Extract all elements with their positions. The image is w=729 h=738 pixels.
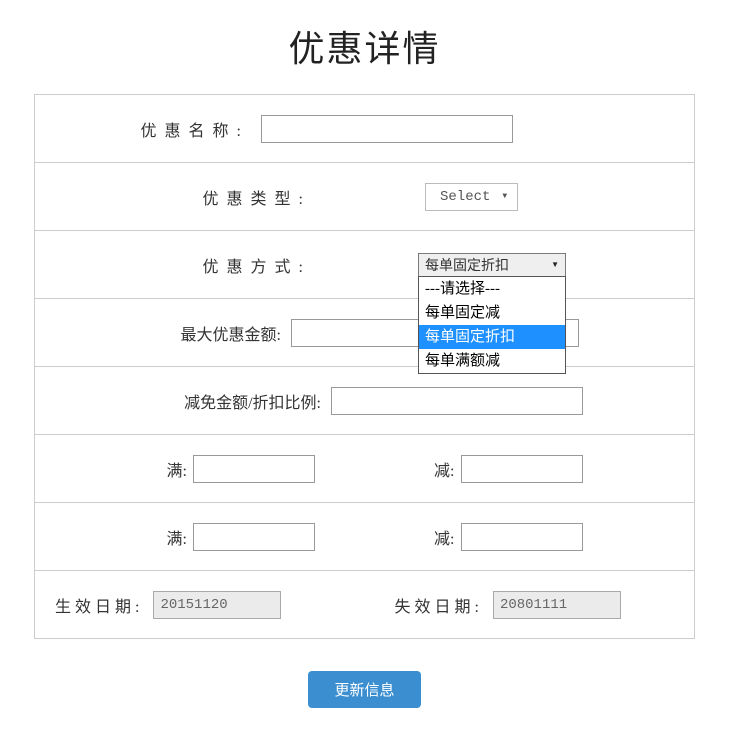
row-discount-ratio: 减免金额/折扣比例: — [35, 367, 694, 435]
button-bar: 更新信息 — [34, 671, 695, 708]
label-full-1: 满: — [35, 457, 187, 481]
select-method-value: 每单固定折扣 — [425, 255, 509, 275]
input-full-2[interactable] — [193, 523, 315, 551]
select-type-value: Select — [440, 189, 490, 205]
label-discount-ratio: 减免金额/折扣比例: — [35, 389, 325, 413]
label-reduce-2: 减: — [365, 525, 455, 549]
label-full-2: 满: — [35, 525, 187, 549]
row-type: 优惠类型: Select ▼ — [35, 163, 694, 231]
method-option-threshold-minus[interactable]: 每单满额减 — [419, 349, 565, 373]
row-dates: 生效日期: 失效日期: — [35, 571, 694, 639]
form-table: 优惠名称: 优惠类型: Select ▼ 优惠方式: 每单固定折扣 ▼ — [34, 94, 695, 639]
row-threshold-2: 满: 减: — [35, 503, 694, 571]
row-threshold-1: 满: 减: — [35, 435, 694, 503]
input-reduce-1[interactable] — [461, 455, 583, 483]
input-reduce-2[interactable] — [461, 523, 583, 551]
submit-button[interactable]: 更新信息 — [308, 671, 420, 708]
label-type: 优惠类型: — [35, 185, 315, 209]
input-discount-ratio[interactable] — [331, 387, 583, 415]
select-method[interactable]: 每单固定折扣 ▼ — [418, 253, 566, 277]
chevron-down-icon: ▼ — [551, 260, 559, 269]
select-method-options: ---请选择--- 每单固定减 每单固定折扣 每单满额减 — [418, 276, 566, 374]
input-expire-date[interactable] — [493, 591, 621, 619]
method-option-placeholder[interactable]: ---请选择--- — [419, 277, 565, 301]
row-max-amount: 最大优惠金额: — [35, 299, 694, 367]
method-option-fixed-minus[interactable]: 每单固定减 — [419, 301, 565, 325]
input-name[interactable] — [261, 115, 513, 143]
label-reduce-1: 减: — [365, 457, 455, 481]
label-name: 优惠名称: — [35, 117, 253, 141]
label-method: 优惠方式: — [35, 253, 315, 277]
label-effective-date: 生效日期: — [55, 593, 143, 617]
select-type[interactable]: Select ▼ — [425, 183, 518, 211]
label-max-amount: 最大优惠金额: — [35, 321, 285, 345]
chevron-down-icon: ▼ — [502, 192, 507, 201]
page-title: 优惠详情 — [34, 20, 695, 72]
row-name: 优惠名称: — [35, 95, 694, 163]
input-effective-date[interactable] — [153, 591, 281, 619]
method-option-fixed-discount[interactable]: 每单固定折扣 — [419, 325, 565, 349]
row-method: 优惠方式: 每单固定折扣 ▼ ---请选择--- 每单固定减 每单固定折扣 每单… — [35, 231, 694, 299]
input-full-1[interactable] — [193, 455, 315, 483]
label-expire-date: 失效日期: — [395, 593, 483, 617]
